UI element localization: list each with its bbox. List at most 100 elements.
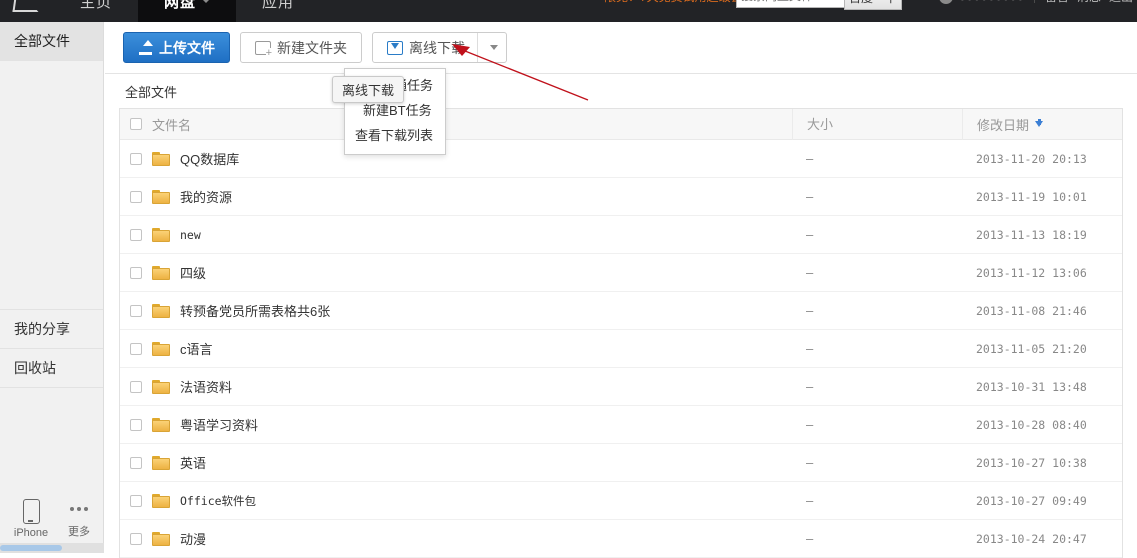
file-name-label[interactable]: Office软件包: [180, 493, 256, 509]
breadcrumb: 全部文件: [105, 74, 1137, 108]
user-link-message[interactable]: 留言: [1045, 0, 1069, 5]
row-select-cell: [120, 266, 152, 279]
scrollbar-thumb[interactable]: [0, 545, 62, 551]
file-name-label[interactable]: c语言: [180, 339, 213, 358]
sidebar-item-my-share[interactable]: 我的分享: [0, 310, 103, 349]
upload-file-button[interactable]: 上传文件: [123, 32, 230, 63]
row-checkbox[interactable]: [130, 494, 142, 507]
file-name-label[interactable]: 转预备党员所需表格共6张: [180, 301, 330, 320]
avatar-icon[interactable]: [938, 0, 953, 4]
row-name-cell[interactable]: c语言: [152, 339, 792, 358]
row-name-cell[interactable]: 法语资料: [152, 377, 792, 396]
row-name-cell[interactable]: 我的资源: [152, 187, 792, 206]
nav-tab-netdisk[interactable]: 网盘: [138, 0, 237, 22]
file-name-label[interactable]: new: [180, 228, 201, 242]
file-list-body: QQ数据库 – 2013-11-20 20:13 我的资源 – 2013-11-19 10…: [120, 140, 1122, 558]
file-name-label[interactable]: 英语: [180, 453, 206, 472]
row-select-cell: [120, 228, 152, 241]
column-header-date[interactable]: 修改日期: [962, 108, 1122, 140]
breadcrumb-current[interactable]: 全部文件: [125, 82, 177, 101]
file-name-label[interactable]: 动漫: [180, 529, 206, 548]
divider: [1033, 0, 1035, 3]
menu-item-view-download-list[interactable]: 查看下载列表: [345, 123, 445, 148]
table-row[interactable]: c语言 – 2013-11-05 21:20: [120, 330, 1122, 368]
folder-icon: [152, 151, 170, 166]
search-button[interactable]: 百度一下: [844, 0, 902, 10]
table-row[interactable]: 动漫 – 2013-10-24 20:47: [120, 520, 1122, 558]
table-row[interactable]: 法语资料 – 2013-10-31 13:48: [120, 368, 1122, 406]
row-name-cell[interactable]: 动漫: [152, 529, 792, 548]
select-all-checkbox[interactable]: [130, 118, 142, 130]
left-sidebar: 全部文件 我的分享 回收站 iPhone 更多: [0, 22, 104, 553]
row-date-cell: 2013-11-20 20:13: [976, 151, 1087, 166]
column-header-name[interactable]: 文件名: [152, 115, 792, 134]
row-name-cell[interactable]: 英语: [152, 453, 792, 472]
table-row[interactable]: 转预备党员所需表格共6张 – 2013-11-08 21:46: [120, 292, 1122, 330]
row-name-cell[interactable]: new: [152, 227, 792, 242]
row-size-cell: –: [806, 265, 814, 280]
sidebar-item-all-files-label: 全部文件: [14, 33, 70, 49]
sidebar-app-more[interactable]: 更多: [62, 497, 96, 539]
nav-tab-netdisk-label: 网盘: [164, 0, 197, 11]
row-size-cell: –: [806, 227, 814, 242]
row-checkbox[interactable]: [130, 456, 142, 469]
column-header-size-label: 大小: [807, 116, 834, 132]
row-select-cell: [120, 190, 152, 203]
row-checkbox[interactable]: [130, 228, 142, 241]
row-size-cell: –: [806, 303, 814, 318]
nav-tab-apps[interactable]: 应用: [236, 0, 320, 22]
offline-download-button[interactable]: 离线下载: [372, 32, 507, 63]
upload-file-label: 上传文件: [159, 39, 215, 56]
row-checkbox[interactable]: [130, 342, 142, 355]
row-date-cell: 2013-11-05 21:20: [976, 341, 1087, 356]
sort-descending-icon[interactable]: [1035, 119, 1044, 127]
baidu-logo-icon[interactable]: [0, 0, 54, 22]
row-name-cell[interactable]: 粤语学习资料: [152, 415, 792, 434]
table-row[interactable]: 四级 – 2013-11-12 13:06: [120, 254, 1122, 292]
table-row[interactable]: Office软件包 – 2013-10-27 09:49: [120, 482, 1122, 520]
file-name-label[interactable]: 法语资料: [180, 377, 232, 396]
nav-tab-home[interactable]: 主页: [54, 0, 138, 22]
search-bar: 百度一下: [736, 0, 902, 10]
row-name-cell[interactable]: QQ数据库: [152, 149, 792, 168]
table-row[interactable]: 粤语学习资料 – 2013-10-28 08:40: [120, 406, 1122, 444]
table-row[interactable]: 英语 – 2013-10-27 10:38: [120, 444, 1122, 482]
chevron-down-icon[interactable]: [490, 45, 498, 50]
user-link-logout[interactable]: 退出: [1109, 0, 1133, 5]
row-checkbox[interactable]: [130, 304, 142, 317]
sidebar-item-recycle-bin[interactable]: 回收站: [0, 349, 103, 388]
table-row[interactable]: 我的资源 – 2013-11-19 10:01: [120, 178, 1122, 216]
row-checkbox[interactable]: [130, 190, 142, 203]
sidebar-item-all-files[interactable]: 全部文件: [0, 22, 103, 61]
horizontal-scrollbar[interactable]: [0, 543, 104, 553]
sidebar-item-my-share-label: 我的分享: [14, 321, 70, 337]
table-row[interactable]: QQ数据库 – 2013-11-20 20:13: [120, 140, 1122, 178]
sidebar-app-iphone[interactable]: iPhone: [14, 499, 48, 539]
table-row[interactable]: new – 2013-11-13 18:19: [120, 216, 1122, 254]
row-name-cell[interactable]: Office软件包: [152, 493, 792, 509]
row-select-cell: [120, 342, 152, 355]
row-checkbox[interactable]: [130, 266, 142, 279]
row-checkbox[interactable]: [130, 418, 142, 431]
offline-download-tooltip-label: 离线下载: [342, 83, 395, 98]
row-date-cell: 2013-10-24 20:47: [976, 531, 1087, 546]
file-toolbar: 上传文件 新建文件夹 离线下载: [105, 22, 1137, 74]
row-name-cell[interactable]: 转预备党员所需表格共6张: [152, 301, 792, 320]
file-name-label[interactable]: QQ数据库: [180, 149, 239, 168]
folder-icon: [152, 379, 170, 394]
row-checkbox[interactable]: [130, 152, 142, 165]
row-select-cell: [120, 152, 152, 165]
column-header-size[interactable]: 大小: [792, 108, 962, 140]
row-checkbox[interactable]: [130, 380, 142, 393]
search-input[interactable]: [736, 0, 844, 8]
row-name-cell[interactable]: 四级: [152, 263, 792, 282]
new-folder-button[interactable]: 新建文件夹: [240, 32, 362, 63]
promo-banner-text[interactable]: 限免！7天免费试用超级会员: [604, 0, 755, 5]
folder-icon: [152, 493, 170, 508]
user-name[interactable]: ●●●●●●●●●: [959, 0, 1024, 4]
file-name-label[interactable]: 我的资源: [180, 187, 232, 206]
file-name-label[interactable]: 粤语学习资料: [180, 415, 258, 434]
file-name-label[interactable]: 四级: [180, 263, 206, 282]
user-link-notice[interactable]: 消息: [1077, 0, 1101, 5]
row-checkbox[interactable]: [130, 532, 142, 545]
